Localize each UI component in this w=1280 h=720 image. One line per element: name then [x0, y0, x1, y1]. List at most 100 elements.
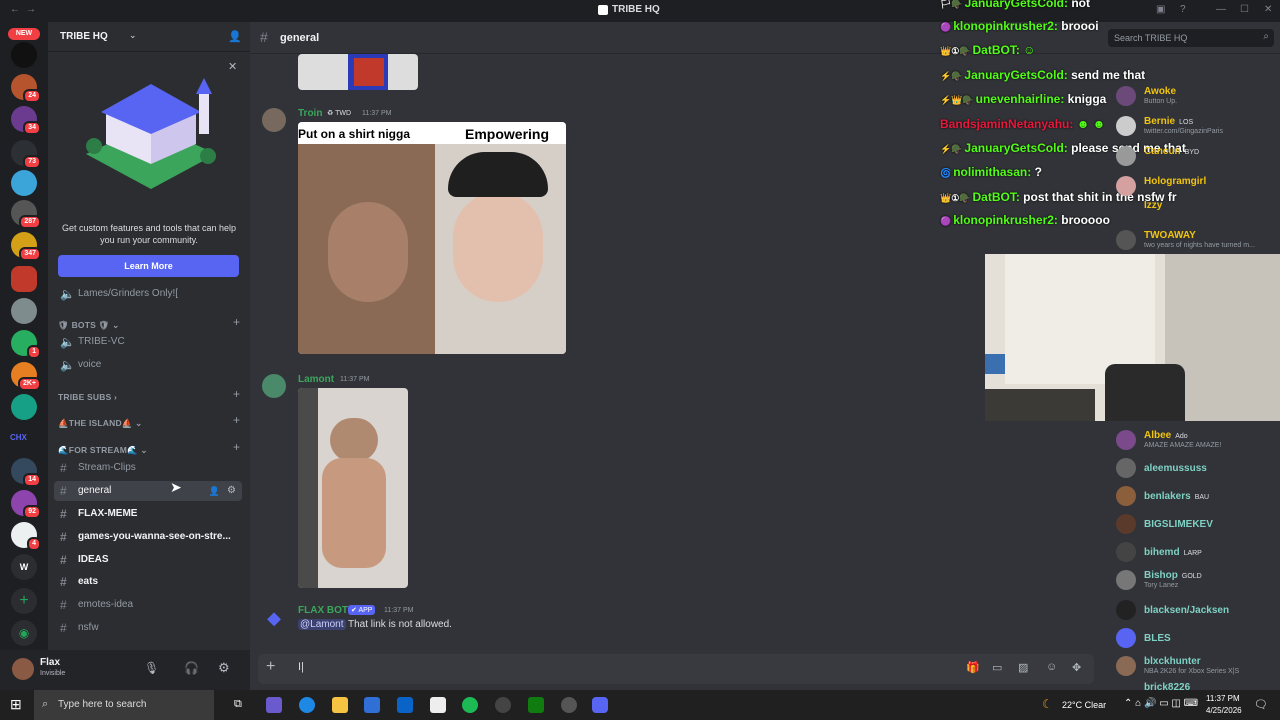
task-view-icon[interactable]: ⧉	[234, 698, 242, 711]
server-icon[interactable]: 73	[11, 140, 41, 169]
server-icon[interactable]: 287	[11, 200, 41, 229]
add-channel-icon[interactable]: +	[233, 315, 240, 329]
server-icon[interactable]: 14	[11, 458, 41, 487]
message-author[interactable]: FLAX BOT	[298, 605, 348, 616]
member-item[interactable]: BIGSLIMEKEV	[1114, 512, 1280, 538]
gift-icon[interactable]: 🎁	[966, 661, 980, 674]
minimize-icon[interactable]: —	[1216, 4, 1226, 15]
copilot-icon[interactable]	[266, 697, 282, 713]
member-item[interactable]: Izzy	[1114, 198, 1280, 224]
invite-icon[interactable]: 👤	[209, 481, 220, 501]
member-item[interactable]: Bernie LOS twitter.com/GingazinParis	[1114, 114, 1280, 140]
text-channel[interactable]: # Stream-Clips	[54, 458, 242, 478]
text-channel[interactable]: # emotes-idea	[54, 595, 242, 615]
invite-icon[interactable]: 👤	[228, 30, 242, 43]
close-icon[interactable]: ✕	[1264, 4, 1272, 15]
avatar[interactable]	[12, 658, 34, 680]
server-icon[interactable]	[11, 170, 37, 196]
message-composer[interactable]: + I| 🎁 ▭ ▨ ☺ ✥	[258, 654, 1094, 684]
mail-icon[interactable]	[397, 697, 413, 713]
avatar[interactable]	[262, 374, 286, 398]
discord-icon[interactable]	[592, 697, 608, 713]
add-attachment-icon[interactable]: +	[266, 658, 275, 676]
learn-more-button[interactable]: Learn More	[58, 255, 239, 277]
server-icon[interactable]	[11, 298, 37, 324]
maximize-icon[interactable]: ☐	[1240, 4, 1249, 15]
guild-header[interactable]: TRIBE HQ ⌄ 👤	[48, 22, 250, 52]
server-icon[interactable]	[11, 266, 37, 292]
category-tribe-subs[interactable]: TRIBE SUBS ›	[58, 392, 117, 402]
file-explorer-icon[interactable]	[332, 697, 348, 713]
clock-date[interactable]: 4/25/2026	[1206, 706, 1242, 715]
message-image[interactable]	[298, 388, 408, 588]
edge-icon[interactable]	[299, 697, 315, 713]
category-for-stream[interactable]: 🌊FOR STREAM🌊 ⌄	[58, 445, 148, 456]
sticker-icon[interactable]: ▨	[1018, 661, 1028, 674]
emoji-icon[interactable]: ☺	[1046, 661, 1057, 673]
weather-text[interactable]: 22°C Clear	[1062, 700, 1106, 710]
member-item[interactable]: benlakers BAU	[1114, 484, 1280, 510]
gear-icon[interactable]: ⚙	[227, 481, 236, 501]
text-channel[interactable]: # games-you-wanna-see-on-stre...	[54, 527, 242, 547]
server-icon[interactable]: 1	[11, 330, 41, 359]
member-item[interactable]: Bishop GOLD Tory Lanez	[1114, 568, 1280, 594]
message-image[interactable]	[298, 54, 418, 90]
notification-icon[interactable]: 🗨	[1254, 698, 1268, 711]
add-channel-icon[interactable]: +	[233, 387, 240, 401]
category-bots[interactable]: 🛡 BOTS 🛡 ⌄	[58, 320, 119, 331]
text-channel-active[interactable]: # general 👤 ⚙	[54, 481, 242, 501]
server-icon[interactable]: W	[11, 554, 37, 580]
server-icon[interactable]: 34	[11, 106, 41, 135]
server-icon[interactable]: 92	[11, 490, 41, 519]
avatar[interactable]	[262, 108, 286, 132]
windows-start-icon[interactable]: ⊞	[10, 696, 22, 713]
member-item[interactable]: aleemussuss	[1114, 456, 1280, 482]
text-channel[interactable]: # IDEAS	[54, 550, 242, 570]
server-icon[interactable]: 347	[11, 232, 41, 261]
gif-icon[interactable]: ▭	[992, 661, 1002, 674]
inbox-icon[interactable]: ▣	[1156, 4, 1165, 15]
clock-time[interactable]: 11:37 PM	[1206, 694, 1240, 703]
member-item[interactable]: BLES	[1114, 626, 1280, 652]
discover-icon[interactable]: ◉	[11, 620, 37, 646]
add-server-icon[interactable]: +	[11, 588, 37, 614]
back-icon[interactable]: ←	[10, 4, 20, 15]
member-item[interactable]: Hologramgirl	[1114, 174, 1280, 200]
server-icon[interactable]	[11, 394, 37, 420]
add-channel-icon[interactable]: +	[233, 413, 240, 427]
server-icon[interactable]	[11, 42, 37, 68]
microphone-icon[interactable]: 🎙	[144, 661, 159, 675]
member-item[interactable]: blxckhunter NBA 2K26 for Xbox Series X|S	[1114, 654, 1280, 680]
bot-avatar[interactable]: ◆	[262, 606, 286, 630]
server-icon[interactable]: 2K+	[11, 362, 41, 391]
store-icon[interactable]	[364, 697, 380, 713]
member-item[interactable]: Awoke Button Up.	[1114, 84, 1280, 110]
text-channel[interactable]: # FLAX-MEME	[54, 504, 242, 524]
voice-channel[interactable]: 🔈 TRIBE-VC	[54, 332, 242, 352]
notepad-icon[interactable]	[430, 697, 446, 713]
search-input[interactable]: Search TRIBE HQ ⌕	[1108, 29, 1274, 47]
member-item[interactable]: TWOAWAY two years of nights have turned m…	[1114, 228, 1280, 254]
message-author[interactable]: Troin	[298, 108, 322, 119]
member-item[interactable]: brick8226	[1114, 682, 1280, 690]
category-the-island[interactable]: ⛵THE ISLAND⛵ ⌄	[58, 418, 142, 429]
voice-channel[interactable]: 🔈 Lames/Grinders Only![	[54, 284, 242, 304]
tray-icons[interactable]: ⌃ ⌂ 🔊 ▭ ◫ ⌨	[1124, 698, 1198, 709]
headphones-icon[interactable]: 🎧	[184, 661, 199, 675]
app-icon[interactable]	[495, 697, 511, 713]
xbox-icon[interactable]	[528, 697, 544, 713]
member-item[interactable]: bihemd LARP	[1114, 540, 1280, 566]
server-icon[interactable]: 24	[11, 74, 41, 103]
member-item[interactable]: Albee Ado AMAZE AMAZE AMAZE!	[1114, 428, 1280, 454]
add-channel-icon[interactable]: +	[233, 440, 240, 454]
text-channel[interactable]: # eats	[54, 572, 242, 592]
apps-icon[interactable]: ✥	[1072, 661, 1081, 674]
gear-icon[interactable]: ⚙	[218, 660, 230, 676]
spotify-icon[interactable]	[462, 697, 478, 713]
message-image[interactable]: Put on a shirt nigga Empowering	[298, 122, 566, 354]
forward-icon[interactable]: →	[26, 4, 36, 15]
server-icon[interactable]: 4	[11, 522, 41, 551]
voice-channel[interactable]: 🔈 voice	[54, 355, 242, 375]
close-icon[interactable]: ✕	[228, 60, 237, 73]
obs-icon[interactable]	[561, 697, 577, 713]
